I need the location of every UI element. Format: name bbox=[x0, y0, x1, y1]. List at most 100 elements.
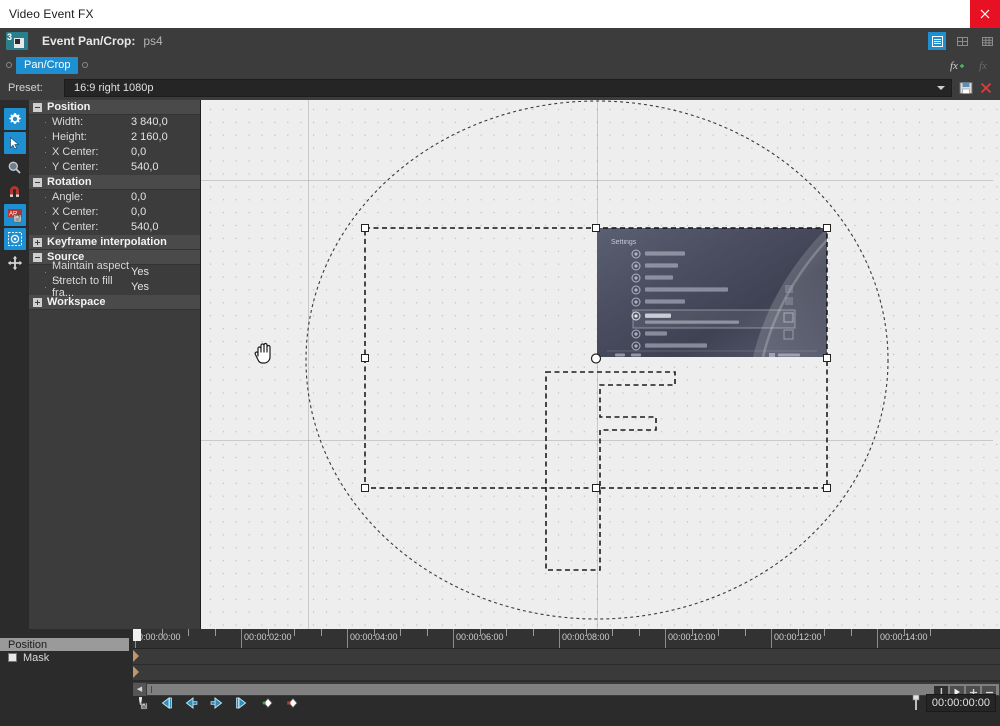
timeline-playhead[interactable] bbox=[133, 629, 141, 641]
param-value[interactable]: 3 840,0 bbox=[131, 116, 168, 128]
param-group-keyframe-interpolation[interactable]: Keyframe interpolation bbox=[29, 235, 200, 250]
handle-bottom-center bbox=[592, 484, 600, 492]
delete-keyframe-button[interactable] bbox=[283, 695, 299, 711]
param-row-width[interactable]: · Width: 3 840,0 bbox=[29, 115, 200, 130]
timeline-bottom-bar: 00:00:00:00 bbox=[0, 685, 1000, 720]
last-keyframe-button[interactable] bbox=[233, 695, 249, 711]
create-keyframe-button[interactable] bbox=[258, 695, 274, 711]
handle-bottom-left bbox=[361, 484, 369, 492]
delete-keyframe-icon bbox=[286, 697, 298, 708]
chain-input-node[interactable] bbox=[6, 62, 12, 68]
next-keyframe-button[interactable] bbox=[208, 695, 224, 711]
param-row-rot-y-center[interactable]: · Y Center: 540,0 bbox=[29, 220, 200, 235]
first-keyframe-button[interactable] bbox=[158, 695, 174, 711]
tool-move-freely[interactable] bbox=[4, 252, 26, 274]
remove-plugin-icon[interactable]: fx bbox=[979, 58, 994, 72]
param-group-position[interactable]: Position bbox=[29, 100, 200, 115]
keyframe-marker[interactable] bbox=[133, 666, 139, 678]
properties-view-button[interactable] bbox=[928, 32, 946, 50]
timeline-row-mask[interactable] bbox=[133, 665, 1000, 681]
tool-lock-aspect-ratio[interactable]: AR bbox=[3, 204, 26, 226]
keyframe-marker[interactable] bbox=[133, 650, 139, 662]
param-row-stretch-to-fill[interactable]: · Stretch to fill fra... Yes bbox=[29, 275, 200, 299]
param-row-height[interactable]: · Height: 2 160,0 bbox=[29, 130, 200, 145]
preset-select[interactable]: 16:9 right 1080p bbox=[64, 79, 952, 97]
param-value[interactable]: 540,0 bbox=[131, 221, 159, 233]
timeline-track-label: Mask bbox=[23, 651, 50, 664]
collapse-icon bbox=[33, 102, 42, 112]
preset-value: 16:9 right 1080p bbox=[74, 82, 154, 94]
param-group-label: Keyframe interpolation bbox=[47, 236, 167, 248]
handle-top-right bbox=[823, 224, 831, 232]
mask-checkbox[interactable] bbox=[8, 653, 17, 662]
skip-last-icon bbox=[235, 696, 246, 709]
param-value[interactable]: 2 160,0 bbox=[131, 131, 168, 143]
keyframe-tick-icon: · bbox=[44, 192, 47, 202]
chain-node-pan-crop[interactable]: Pan/Crop bbox=[16, 56, 79, 74]
tool-zoom-edit[interactable] bbox=[4, 156, 26, 178]
tool-size-about-center[interactable] bbox=[3, 228, 26, 250]
crop-selection-rect[interactable] bbox=[201, 100, 993, 629]
param-row-angle[interactable]: · Angle: 0,0 bbox=[29, 190, 200, 205]
tool-settings[interactable] bbox=[3, 108, 26, 130]
skip-first-icon bbox=[161, 696, 172, 709]
svg-text:fx: fx bbox=[950, 60, 958, 72]
expand-icon bbox=[33, 237, 42, 247]
plugin-count-badge: 3 bbox=[7, 32, 13, 42]
add-keyframe-icon bbox=[262, 697, 273, 708]
grid-2x2-icon bbox=[956, 36, 968, 46]
timecode-cursor-icon bbox=[912, 694, 920, 710]
param-label: Height: bbox=[52, 131, 87, 143]
pan-crop-canvas-area[interactable]: Settings bbox=[201, 100, 1000, 629]
timecode-box: 00:00:00:00 bbox=[910, 693, 996, 712]
timeline-ruler[interactable]: 0:00:00:00 00:00:02:00 00:00:04:00 00:00… bbox=[133, 629, 1000, 649]
timeline-row-position[interactable] bbox=[133, 649, 1000, 665]
tool-enable-snapping[interactable] bbox=[4, 180, 26, 202]
fx-title: Event Pan/Crop: bbox=[42, 34, 136, 48]
editor-body: AR Position · Width: 3 840,0 · Height: 2… bbox=[0, 100, 1000, 629]
param-label: Y Center: bbox=[52, 221, 99, 233]
lock-keyframes-button[interactable] bbox=[133, 695, 149, 711]
timecode-value[interactable]: 00:00:00:00 bbox=[925, 693, 996, 712]
handle-bottom-right bbox=[823, 484, 831, 492]
param-group-rotation[interactable]: Rotation bbox=[29, 175, 200, 190]
window-close-button[interactable] bbox=[970, 0, 1000, 28]
keyframe-tick-icon: · bbox=[44, 222, 47, 232]
param-row-x-center[interactable]: · X Center: 0,0 bbox=[29, 145, 200, 160]
param-value[interactable]: 0,0 bbox=[131, 146, 146, 158]
step-back-icon bbox=[185, 696, 197, 709]
move-arrows-icon bbox=[7, 255, 22, 271]
keyframe-toolbar bbox=[133, 695, 299, 711]
grid-view-3x3-button[interactable] bbox=[978, 32, 996, 50]
param-value[interactable]: 0,0 bbox=[131, 191, 146, 203]
timeline-track-mask[interactable]: Mask bbox=[0, 651, 133, 664]
plugin-chain-row: Pan/Crop fx fx bbox=[0, 54, 1000, 76]
param-row-y-center[interactable]: · Y Center: 540,0 bbox=[29, 160, 200, 175]
delete-preset-button[interactable] bbox=[976, 77, 996, 99]
window-title: Video Event FX bbox=[9, 7, 94, 21]
grid-3x3-icon bbox=[981, 36, 993, 46]
chain-output-node[interactable] bbox=[82, 62, 89, 68]
param-value[interactable]: 540,0 bbox=[131, 161, 159, 173]
keyframe-timeline: Position Mask 0:00:00:00 00:00:02:00 00:… bbox=[0, 629, 1000, 720]
pan-crop-canvas[interactable]: Settings bbox=[201, 100, 1000, 629]
param-row-rot-x-center[interactable]: · X Center: 0,0 bbox=[29, 205, 200, 220]
tool-normal-edit[interactable] bbox=[3, 132, 26, 154]
param-value[interactable]: Yes bbox=[131, 266, 149, 278]
grid-view-2x2-button[interactable] bbox=[953, 32, 971, 50]
timeline-track-position[interactable]: Position bbox=[0, 638, 129, 651]
param-value[interactable]: 0,0 bbox=[131, 206, 146, 218]
collapse-icon bbox=[33, 177, 42, 187]
plugin-chain-icon: 3 bbox=[6, 32, 28, 50]
param-value[interactable]: Yes bbox=[131, 281, 149, 293]
preset-label: Preset: bbox=[8, 82, 43, 94]
timeline-tracks-area[interactable]: 0:00:00:00 00:00:02:00 00:00:04:00 00:00… bbox=[133, 629, 1000, 696]
save-preset-button[interactable] bbox=[956, 77, 976, 99]
svg-text:fx: fx bbox=[979, 60, 987, 72]
fx-event-name: ps4 bbox=[143, 34, 163, 48]
preset-row: Preset: 16:9 right 1080p bbox=[0, 76, 1000, 100]
previous-keyframe-button[interactable] bbox=[183, 695, 199, 711]
param-label: Width: bbox=[52, 116, 84, 128]
timeline-top: Position Mask 0:00:00:00 00:00:02:00 00:… bbox=[0, 629, 1000, 696]
add-plugin-icon[interactable]: fx bbox=[950, 58, 965, 72]
